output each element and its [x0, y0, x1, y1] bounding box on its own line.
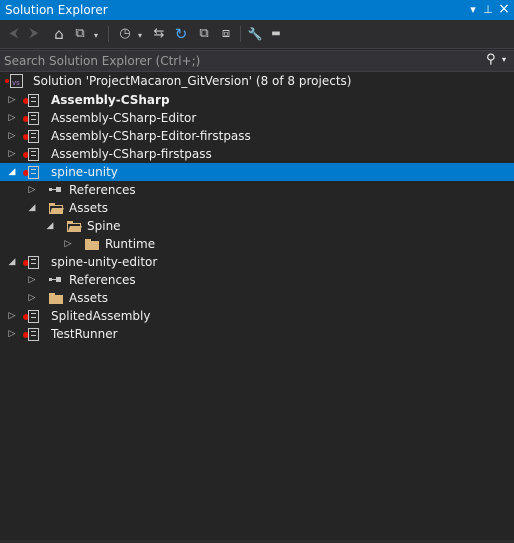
references-label: References	[69, 183, 136, 197]
collapse-arrow-icon[interactable]: ◢	[7, 253, 17, 271]
tree-row-project-selected[interactable]: ◢ spine-unity	[0, 163, 514, 181]
collapse-arrow-icon[interactable]: ◢	[27, 199, 37, 217]
pending-changes-dropdown-icon[interactable]: ▾	[136, 27, 144, 45]
references-label: References	[69, 273, 136, 287]
expand-arrow-icon[interactable]: ▷	[63, 235, 73, 253]
csharp-project-icon	[23, 112, 39, 125]
folder-label: Spine	[87, 219, 121, 233]
home-button[interactable]: ⌂	[50, 25, 68, 43]
tree-row-project[interactable]: ▷ Assembly-CSharp	[0, 91, 514, 109]
folder-label: Assets	[69, 201, 109, 215]
tree-row-folder[interactable]: ▷ Assets	[0, 289, 514, 307]
project-label: Assembly-CSharp-Editor-firstpass	[51, 129, 251, 143]
switch-views-dropdown-icon[interactable]: ▾	[92, 27, 100, 45]
tree-row-project[interactable]: ▷ TestRunner	[0, 325, 514, 343]
folder-icon	[85, 239, 99, 250]
pending-changes-filter-button[interactable]: ◷	[116, 25, 134, 43]
show-all-files-button[interactable]: ⧈	[217, 25, 235, 43]
csharp-project-icon	[23, 166, 39, 179]
search-input[interactable]	[4, 51, 474, 71]
refresh-button[interactable]: ↻	[172, 25, 190, 43]
tree-row-project[interactable]: ▷ Assembly-CSharp-Editor	[0, 109, 514, 127]
tree-row-folder[interactable]: ▷ Runtime	[0, 235, 514, 253]
folder-open-icon	[67, 221, 82, 232]
toolbar-separator	[240, 26, 241, 42]
forward-button[interactable]: ⮞	[26, 25, 42, 43]
tree-row-project[interactable]: ▷ Assembly-CSharp-firstpass	[0, 145, 514, 163]
expand-arrow-icon[interactable]: ▷	[27, 289, 37, 307]
project-label: SplitedAssembly	[51, 309, 151, 323]
project-label: TestRunner	[51, 327, 118, 341]
preview-selected-items-button[interactable]: ▬	[268, 25, 284, 43]
window-position-dropdown-icon[interactable]: ▾	[466, 1, 480, 18]
expand-arrow-icon[interactable]: ▷	[7, 109, 17, 127]
references-icon	[49, 277, 63, 283]
properties-wrench-icon[interactable]: 🔧	[246, 25, 264, 43]
collapse-all-button[interactable]: ⧉	[195, 25, 213, 43]
expand-arrow-icon[interactable]: ▷	[7, 325, 17, 343]
expand-arrow-icon[interactable]: ▷	[7, 145, 17, 163]
expand-arrow-icon[interactable]: ▷	[27, 271, 37, 289]
tree-row-references[interactable]: ▷ References	[0, 271, 514, 289]
solution-icon: vs	[5, 74, 23, 88]
csharp-project-icon	[23, 148, 39, 161]
tree-row-folder[interactable]: ◢ Spine	[0, 217, 514, 235]
folder-icon	[49, 293, 63, 304]
csharp-project-icon	[23, 328, 39, 341]
search-icon[interactable]: ⚲	[486, 52, 496, 67]
sync-with-active-document-button[interactable]: ⇆	[150, 25, 168, 43]
project-label: spine-unity	[51, 165, 118, 179]
collapse-arrow-icon[interactable]: ◢	[7, 163, 17, 181]
toolbar-separator	[108, 26, 109, 42]
solution-label: Solution 'ProjectMacaron_GitVersion' (8 …	[33, 74, 352, 88]
project-label: Assembly-CSharp	[51, 93, 170, 107]
tree-row-project[interactable]: ▷ Assembly-CSharp-Editor-firstpass	[0, 127, 514, 145]
toolbar: ⮜ ⮞ ⌂ ⧉ ▾ ◷ ▾ ⇆ ↻ ⧉ ⧈ 🔧 ▬	[0, 20, 514, 49]
switch-views-button[interactable]: ⧉	[72, 25, 88, 43]
csharp-project-icon	[23, 94, 39, 107]
csharp-project-icon	[23, 256, 39, 269]
collapse-arrow-icon[interactable]: ◢	[45, 217, 55, 235]
project-label: spine-unity-editor	[51, 255, 158, 269]
folder-open-icon	[49, 203, 64, 214]
csharp-project-icon	[23, 310, 39, 323]
search-box: ⚲ ▾	[0, 50, 514, 72]
tree-row-folder[interactable]: ◢ Assets	[0, 199, 514, 217]
pin-icon[interactable]: ⊥	[481, 1, 495, 18]
project-label: Assembly-CSharp-Editor	[51, 111, 197, 125]
expand-arrow-icon[interactable]: ▷	[7, 127, 17, 145]
tree-row-solution[interactable]: vs Solution 'ProjectMacaron_GitVersion' …	[0, 72, 514, 90]
project-label: Assembly-CSharp-firstpass	[51, 147, 212, 161]
tree-row-references[interactable]: ▷ References	[0, 181, 514, 199]
expand-arrow-icon[interactable]: ▷	[27, 181, 37, 199]
expand-arrow-icon[interactable]: ▷	[7, 307, 17, 325]
expand-arrow-icon[interactable]: ▷	[7, 91, 17, 109]
tree-row-project[interactable]: ▷ SplitedAssembly	[0, 307, 514, 325]
references-icon	[49, 187, 63, 193]
back-button[interactable]: ⮜	[6, 25, 22, 43]
title-bar: Solution Explorer ▾ ⊥ ×	[0, 0, 514, 20]
tree-row-project[interactable]: ◢ spine-unity-editor	[0, 253, 514, 271]
csharp-project-icon	[23, 130, 39, 143]
close-icon[interactable]: ×	[497, 1, 511, 18]
search-options-dropdown-icon[interactable]: ▾	[502, 55, 506, 64]
panel-title: Solution Explorer	[5, 3, 108, 17]
folder-label: Runtime	[105, 237, 156, 251]
folder-label: Assets	[69, 291, 109, 305]
solution-explorer-window: Solution Explorer ▾ ⊥ × ⮜ ⮞ ⌂ ⧉ ▾ ◷ ▾ ⇆ …	[0, 0, 514, 543]
